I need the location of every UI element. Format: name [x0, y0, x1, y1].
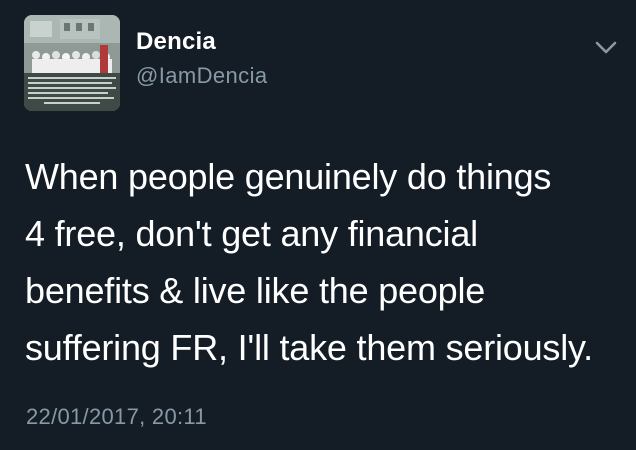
tweet-timestamp[interactable]: 22/01/2017, 20:11: [26, 404, 207, 430]
tweet-card: Dencia @IamDencia When people genuinely …: [0, 0, 636, 450]
display-name[interactable]: Dencia: [136, 30, 268, 54]
tweet-text: When people genuinely do things 4 free, …: [25, 156, 593, 368]
user-handle[interactable]: @IamDencia: [136, 65, 268, 87]
chevron-down-icon[interactable]: [592, 37, 620, 57]
avatar-image: [24, 15, 120, 111]
avatar[interactable]: [24, 15, 120, 111]
tweet-author[interactable]: Dencia @IamDencia: [136, 30, 268, 87]
